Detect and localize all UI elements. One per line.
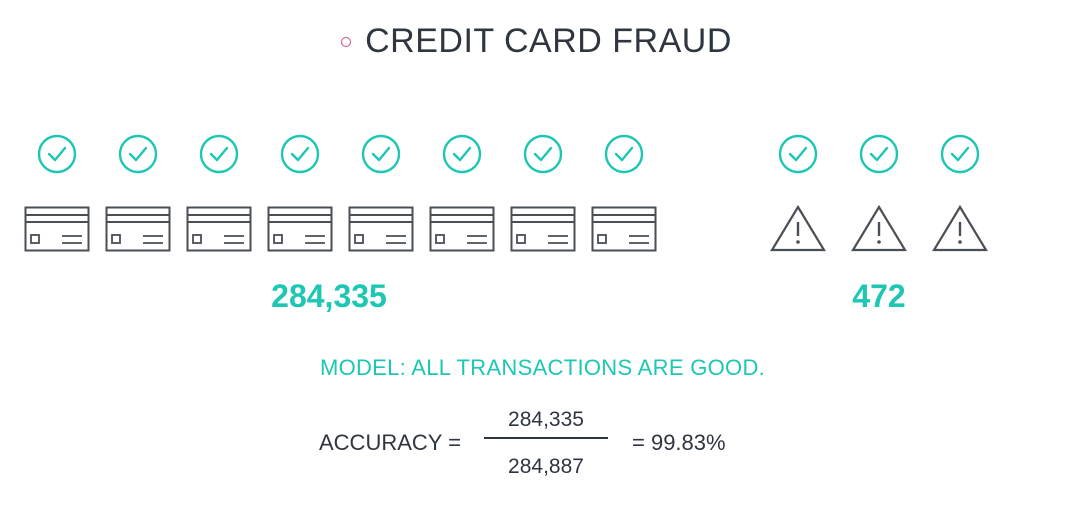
page-title: CREDIT CARD FRAUD bbox=[365, 22, 732, 60]
fraction-line bbox=[484, 437, 608, 439]
credit-card-icon bbox=[510, 206, 576, 257]
title-bullet-icon bbox=[341, 36, 352, 47]
accuracy-denominator: 284,887 bbox=[508, 455, 584, 478]
credit-card-icon bbox=[429, 206, 495, 257]
warning-triangle-icon bbox=[851, 204, 907, 257]
title-bar: CREDIT CARD FRAUD bbox=[0, 22, 1085, 61]
check-circle-icon bbox=[37, 134, 77, 179]
model-statement: MODEL: ALL TRANSACTIONS ARE GOOD. bbox=[319, 355, 766, 380]
fraud-count: 472 bbox=[852, 278, 906, 314]
credit-card-icon bbox=[24, 206, 90, 257]
check-circle-icon bbox=[280, 134, 320, 179]
credit-card-icon bbox=[186, 206, 252, 257]
check-circle-icon bbox=[604, 134, 644, 179]
credit-card-icon bbox=[267, 206, 333, 257]
warning-triangle-icon bbox=[932, 204, 988, 257]
accuracy-result: = 99.83% bbox=[632, 430, 726, 455]
check-circle-icon bbox=[361, 134, 401, 179]
check-circle-icon bbox=[859, 134, 899, 179]
check-circle-icon bbox=[199, 134, 239, 179]
check-circle-icon bbox=[442, 134, 482, 179]
credit-card-icon bbox=[348, 206, 414, 257]
warning-triangle-icon bbox=[770, 204, 826, 257]
credit-card-icon bbox=[105, 206, 171, 257]
good-count: 284,335 bbox=[271, 278, 387, 314]
check-circle-icon bbox=[778, 134, 818, 179]
accuracy-label: ACCURACY = bbox=[319, 430, 462, 455]
check-circle-icon bbox=[940, 134, 980, 179]
accuracy-numerator: 284,335 bbox=[508, 408, 584, 431]
check-circle-icon bbox=[523, 134, 563, 179]
check-circle-icon bbox=[118, 134, 158, 179]
credit-card-icon bbox=[591, 206, 657, 257]
